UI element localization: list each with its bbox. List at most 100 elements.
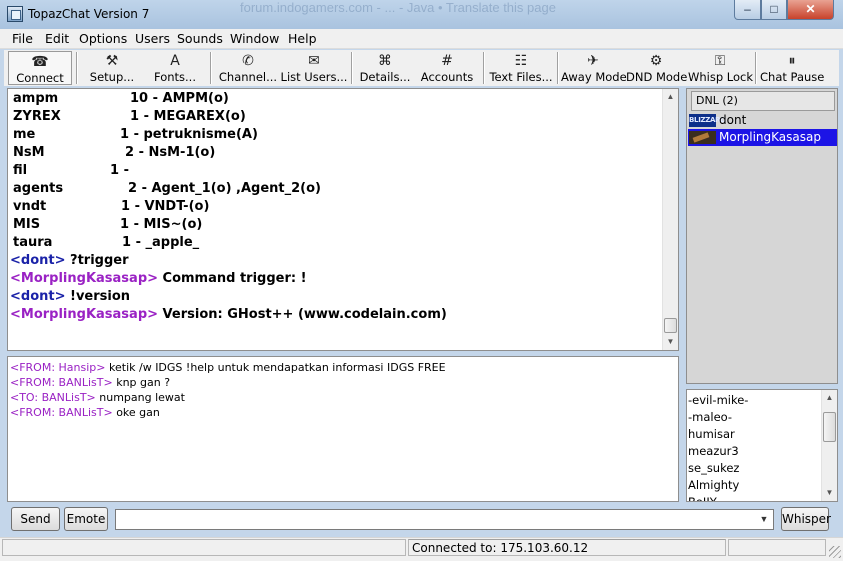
chat-table-row: ZYREX 1 - MEGAREX(o): [10, 108, 662, 126]
whisp-lock-label: Whisp Lock: [688, 70, 754, 84]
channel-name-cell: ampm: [13, 91, 59, 106]
chat-table-row: me 1 - petruknisme(A): [10, 126, 662, 144]
user-list-item[interactable]: -maleo-: [688, 409, 820, 426]
whisper-button[interactable]: Whisper: [781, 507, 831, 531]
chat-table-row: ampm 10 - AMPM(o): [10, 90, 662, 108]
send-button[interactable]: Send: [11, 507, 60, 531]
accounts-button[interactable]: # Accounts: [416, 51, 478, 85]
scroll-up-icon[interactable]: ▲: [822, 390, 837, 406]
user-list-item[interactable]: meazur3: [688, 443, 820, 460]
chat-message: <MorplingKasasap> Command trigger: !: [10, 270, 662, 288]
channel-info-cell: 1 - petruknisme(A): [120, 127, 258, 142]
channel-info-cell: 10 - AMPM(o): [130, 91, 229, 106]
resize-grip-icon[interactable]: [829, 546, 841, 558]
channel-info-cell: 1 -: [110, 163, 129, 178]
chat-message: <dont> ?trigger: [10, 252, 662, 270]
channel-user-dont[interactable]: BLIZZARD dont: [688, 112, 837, 129]
channel-info-cell: 1 - MIS~(o): [120, 217, 203, 232]
message-text: Version: GHost++ (www.codelain.com): [158, 307, 447, 322]
toolbar-separator: [210, 52, 212, 84]
user-list-item[interactable]: Almighty: [688, 477, 820, 494]
app-icon: [7, 6, 23, 22]
whisper-text: ketik /w IDGS !help untuk mendapatkan in…: [105, 361, 446, 374]
message-input[interactable]: [115, 509, 774, 530]
list-users-button[interactable]: ✉ List Users...: [280, 51, 348, 85]
message-nick[interactable]: <MorplingKasasap>: [10, 307, 158, 322]
scroll-up-icon[interactable]: ▲: [663, 89, 678, 105]
fonts-label: Fonts...: [154, 70, 196, 84]
chat-table-row: NsM 2 - NsM-1(o): [10, 144, 662, 162]
channel-name-cell: NsM: [13, 145, 45, 160]
channel-info-cell: 2 - Agent_1(o) ,Agent_2(o): [128, 181, 321, 196]
whisper-log: <FROM: Hansip> ketik /w IDGS !help untuk…: [10, 360, 446, 420]
channel-user-morplingkasasap[interactable]: MorplingKasasap: [688, 129, 837, 146]
channel-button[interactable]: ✆ Channel...: [216, 51, 280, 85]
scroll-down-icon[interactable]: ▼: [822, 485, 837, 501]
connection-status: Connected to: 175.103.60.12: [408, 539, 726, 556]
list-users-icon: ✉: [308, 53, 320, 69]
menu-window[interactable]: Window: [230, 31, 279, 46]
close-button[interactable]: ✕: [787, 0, 834, 20]
user-list-item[interactable]: -evil-mike-: [688, 392, 820, 409]
chat-table-row: fil 1 -: [10, 162, 662, 180]
scroll-thumb[interactable]: [664, 318, 677, 333]
user-list-item[interactable]: humisar: [688, 426, 820, 443]
whisper-line: <FROM: BANLisT> knp gan ?: [10, 375, 446, 390]
menu-users[interactable]: Users: [135, 31, 170, 46]
message-text: ?trigger: [65, 253, 129, 268]
whisper-panel[interactable]: <FROM: Hansip> ketik /w IDGS !help untuk…: [7, 356, 679, 502]
message-nick[interactable]: <dont>: [10, 289, 66, 304]
chat-scrollbar[interactable]: ▲ ▼: [662, 89, 678, 350]
message-text: !version: [65, 289, 131, 304]
accounts-label: Accounts: [420, 70, 474, 84]
user-list-item[interactable]: se_sukez: [688, 460, 820, 477]
message-nick[interactable]: <MorplingKasasap>: [10, 271, 158, 286]
menu-edit[interactable]: Edit: [45, 31, 69, 46]
fonts-button[interactable]: A Fonts...: [144, 51, 206, 85]
channel-name-cell: MIS: [13, 217, 41, 232]
details-button[interactable]: ⌘ Details...: [356, 51, 414, 85]
user-list-panel[interactable]: -evil-mike- -maleo- humisar meazur3 se_s…: [686, 389, 838, 502]
whisper-tag[interactable]: <FROM: BANLisT>: [10, 406, 113, 419]
text-files-button[interactable]: ☷ Text Files...: [488, 51, 554, 85]
scroll-down-icon[interactable]: ▼: [663, 334, 678, 350]
whisper-line: <FROM: BANLisT> oke gan: [10, 405, 446, 420]
chevron-down-icon[interactable]: ▼: [756, 511, 772, 528]
whisper-tag[interactable]: <FROM: Hansip>: [10, 361, 106, 374]
away-mode-label: Away Mode: [561, 70, 627, 84]
text-files-label: Text Files...: [489, 70, 553, 84]
menu-options[interactable]: Options: [79, 31, 127, 46]
menu-help[interactable]: Help: [288, 31, 317, 46]
scroll-thumb[interactable]: [823, 412, 836, 442]
channel-label: Channel...: [218, 70, 278, 84]
chat-pause-label: Chat Pause: [760, 70, 825, 84]
minimize-button[interactable]: –: [734, 0, 761, 20]
user-list-item[interactable]: BoIIY: [688, 494, 820, 501]
text-files-icon: ☷: [514, 53, 528, 69]
setup-button[interactable]: ⚒ Setup...: [82, 51, 142, 85]
emote-button[interactable]: Emote: [64, 507, 108, 531]
whisper-line: <TO: BANLisT> numpang lewat: [10, 390, 446, 405]
away-mode-button[interactable]: ✈ Away Mode: [561, 51, 627, 85]
connect-button[interactable]: ☎ Connect: [8, 51, 72, 85]
whisper-tag[interactable]: <FROM: BANLisT>: [10, 376, 113, 389]
setup-label: Setup...: [89, 70, 135, 84]
message-nick[interactable]: <dont>: [10, 253, 66, 268]
connect-label: Connect: [16, 71, 64, 85]
user-list-scrollbar[interactable]: ▲ ▼: [821, 390, 837, 501]
whisper-tag[interactable]: <TO: BANLisT>: [10, 391, 96, 404]
list-users-label: List Users...: [280, 70, 348, 84]
dnd-mode-icon: ⚙: [649, 53, 663, 69]
background-window-text: forum.indogamers.com - ... - Java • Tran…: [240, 0, 556, 15]
maximize-button[interactable]: □: [761, 0, 787, 20]
menu-file[interactable]: File: [12, 31, 33, 46]
dnd-mode-button[interactable]: ⚙ DND Mode: [626, 51, 688, 85]
chat-table-row: vndt 1 - VNDT-(o): [10, 198, 662, 216]
dnd-mode-label: DND Mode: [626, 70, 688, 84]
whisp-lock-button[interactable]: ⚿ Whisp Lock: [688, 51, 754, 85]
chat-pause-button[interactable]: ⏸ Chat Pause: [760, 51, 824, 85]
chat-panel[interactable]: ampm 10 - AMPM(o) ZYREX 1 - MEGAREX(o) me 1…: [7, 88, 679, 351]
menu-sounds[interactable]: Sounds: [177, 31, 223, 46]
chat-message: <dont> !version: [10, 288, 662, 306]
connect-icon: ☎: [31, 54, 49, 70]
